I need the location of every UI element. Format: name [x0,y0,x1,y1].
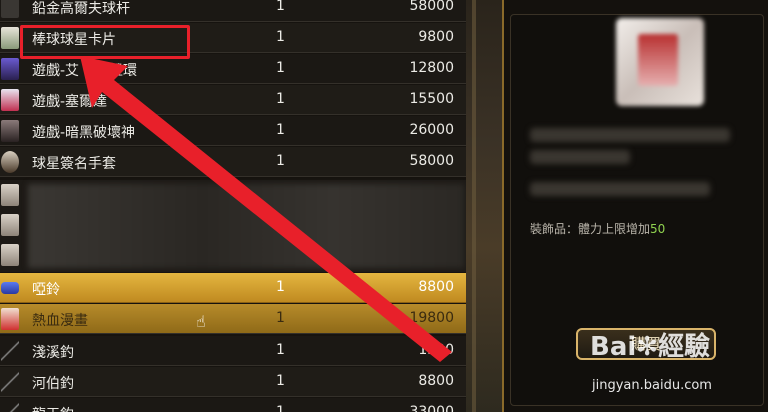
item-qty: 1 [276,122,285,138]
item-name: 鉛金高爾夫球杆 [32,1,130,17]
item-thumbnail-icon [1,184,19,206]
item-qty: 1 [276,310,285,326]
list-item[interactable]: 熱血漫畫 1 19800 [0,304,466,334]
list-item[interactable]: 鉛金高爾夫球杆 1 58000 [0,0,466,22]
equip-bonus-value: 50 [650,222,666,236]
blurred-region [28,184,464,268]
item-name: 遊戲-艾 燈環 [32,63,138,79]
item-name: 遊戲-塞爾達 [32,94,108,110]
watermark-url: jingyan.baidu.com [592,378,712,393]
baidu-watermark: Bai✻經驗 jingyan.baidu.com [590,326,760,406]
item-qty: 1 [276,29,285,45]
blurred-items [0,180,466,272]
background-art [472,0,476,412]
item-price: 19800 [409,310,454,326]
item-qty: 1 [276,373,285,389]
list-item-selected[interactable]: 啞鈴 1 8800 [0,273,466,303]
list-item[interactable]: 淺溪釣 1 1500 [0,336,466,366]
dumbbell-icon [1,282,19,294]
fishing-rod-icon [1,402,19,412]
item-thumbnail-icon [1,244,19,266]
shop-item-list: 鉛金高爾夫球杆 1 58000 棒球球星卡片 1 9800 遊戲-艾 燈環 1 1… [0,0,466,412]
list-item[interactable]: 河伯釣 1 8800 [0,367,466,397]
baseball-card-icon [1,27,19,49]
game-item-icon [1,120,19,142]
fishing-rod-icon [1,371,19,393]
equip-bonus-text: 裝飾品：體力上限增加50 [530,222,666,236]
item-qty: 1 [276,60,285,76]
item-preview-image [616,18,704,106]
item-price: 9800 [418,29,454,45]
item-price: 1500 [418,342,454,358]
item-price: 26000 [409,122,454,138]
paw-icon: ✻ [636,332,659,362]
baidu-logo: Bai✻經驗 [590,332,711,362]
item-name: 啞鈴 [32,282,60,298]
item-name: 龍王釣 [32,404,74,412]
item-name: 河伯釣 [32,376,74,392]
highlight-box [20,25,190,59]
item-price: 12800 [409,60,454,76]
item-price: 15500 [409,91,454,107]
list-item[interactable]: 球星簽名手套 1 58000 [0,147,466,177]
game-item-icon [1,58,19,80]
glove-icon [1,151,19,173]
scroll-strip[interactable] [466,0,502,412]
item-thumbnail-icon [1,214,19,236]
item-price: 58000 [409,153,454,169]
fishing-rod-icon [1,340,19,362]
blurred-item-text [530,182,710,196]
hand-cursor-icon: ☝ [196,312,206,331]
list-item[interactable]: 遊戲-暗黑破壞神 1 26000 [0,116,466,146]
item-price: 33000 [409,404,454,412]
comic-icon [1,308,19,330]
item-price: 8800 [418,279,454,295]
item-qty: 1 [276,91,285,107]
item-qty: 1 [276,279,285,295]
blurred-item-title [530,128,730,142]
item-name: 熱血漫畫 [32,313,88,329]
item-price: 8800 [418,373,454,389]
list-item[interactable]: 遊戲-塞爾達 1 15500 [0,85,466,115]
item-qty: 1 [276,0,285,14]
item-qty: 1 [276,342,285,358]
item-name: 淺溪釣 [32,345,74,361]
item-qty: 1 [276,153,285,169]
blurred-item-text [530,150,630,164]
item-qty: 1 [276,404,285,412]
item-name: 球星簽名手套 [32,156,116,172]
game-item-icon [1,89,19,111]
list-item[interactable]: 龍王釣 1 33000 [0,398,466,412]
item-price: 58000 [409,0,454,14]
item-name: 遊戲-暗黑破壞神 [32,125,136,141]
golf-club-icon [1,0,19,18]
